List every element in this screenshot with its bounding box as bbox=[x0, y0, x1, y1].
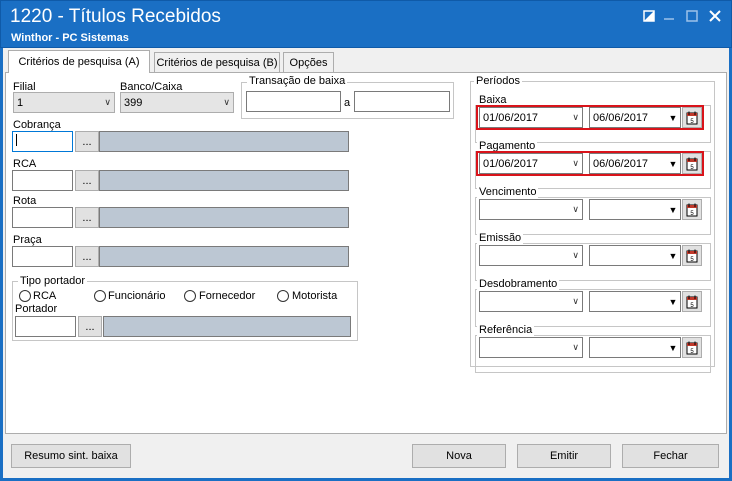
banco-caixa-value: 399 bbox=[124, 96, 143, 109]
rota-description bbox=[99, 207, 349, 228]
rota-search-button[interactable]: ... bbox=[75, 207, 99, 228]
radio-funcionario[interactable] bbox=[94, 290, 106, 302]
cobranca-search-button[interactable]: ... bbox=[75, 131, 99, 152]
praca-description bbox=[99, 246, 349, 267]
cobranca-label: Cobrança bbox=[13, 119, 61, 131]
tab-opcoes[interactable]: Opções bbox=[283, 52, 334, 72]
rota-label: Rota bbox=[13, 195, 37, 207]
portador-label: Portador bbox=[15, 303, 58, 315]
period-5-from-date[interactable]: ∨ bbox=[479, 337, 583, 358]
chevron-down-icon: ∨ bbox=[223, 97, 230, 107]
portador-code-input[interactable] bbox=[15, 316, 76, 337]
period-1-to-date[interactable]: 06/06/2017 ▼ bbox=[589, 153, 681, 174]
calendar-icon[interactable]: 5 bbox=[682, 153, 702, 174]
emitir-button[interactable]: Emitir bbox=[517, 444, 611, 468]
period-5-to-date[interactable]: ▼ bbox=[589, 337, 681, 358]
radio-rca[interactable] bbox=[19, 290, 31, 302]
radio-rca-label: RCA bbox=[33, 290, 57, 302]
radio-motorista[interactable] bbox=[277, 290, 289, 302]
radio-motorista-label: Motorista bbox=[292, 290, 338, 302]
period-2-label: Vencimento bbox=[477, 186, 539, 198]
radio-fornecedor-label: Fornecedor bbox=[199, 290, 256, 302]
rca-label: RCA bbox=[13, 158, 37, 170]
period-0-from-value: 01/06/2017 bbox=[483, 111, 539, 124]
chevron-down-icon: ∨ bbox=[572, 204, 579, 214]
text-cursor bbox=[16, 134, 17, 146]
period-3-to-date[interactable]: ▼ bbox=[589, 245, 681, 266]
calendar-icon[interactable]: 5 bbox=[682, 337, 702, 358]
window-subtitle: Winthor - PC Sistemas bbox=[11, 32, 129, 44]
radio-fornecedor[interactable] bbox=[184, 290, 196, 302]
transacao-separator: a bbox=[344, 97, 351, 109]
period-0-from-date[interactable]: 01/06/2017 ∨ bbox=[479, 107, 583, 128]
period-2-to-date[interactable]: ▼ bbox=[589, 199, 681, 220]
period-4-to-date[interactable]: ▼ bbox=[589, 291, 681, 312]
dropdown-arrow-icon: ▼ bbox=[668, 158, 678, 169]
radio-funcionario-label: Funcionário bbox=[108, 290, 166, 302]
calendar-icon[interactable]: 5 bbox=[682, 245, 702, 266]
period-0-to-date[interactable]: 06/06/2017 ▼ bbox=[589, 107, 681, 128]
dropdown-arrow-icon: ▼ bbox=[668, 204, 678, 215]
transacao-to-input[interactable] bbox=[354, 91, 450, 112]
periodos-label: Períodos bbox=[474, 75, 523, 87]
period-0-to-value: 06/06/2017 bbox=[593, 111, 649, 124]
rca-description bbox=[99, 170, 349, 191]
dropdown-arrow-icon: ▼ bbox=[668, 296, 678, 307]
dropdown-arrow-icon: ▼ bbox=[668, 250, 678, 261]
praca-code-input[interactable] bbox=[12, 246, 73, 267]
period-4-label: Desdobramento bbox=[477, 278, 560, 290]
fechar-button[interactable]: Fechar bbox=[622, 444, 719, 468]
period-2-from-date[interactable]: ∨ bbox=[479, 199, 583, 220]
calendar-icon[interactable]: 5 bbox=[682, 291, 702, 312]
chevron-down-icon: ∨ bbox=[572, 250, 579, 260]
restore-icon[interactable] bbox=[640, 8, 658, 24]
resumo-sint-baixa-button[interactable]: Resumo sint. baixa bbox=[11, 444, 131, 468]
rota-code-input[interactable] bbox=[12, 207, 73, 228]
period-3-from-date[interactable]: ∨ bbox=[479, 245, 583, 266]
rca-search-button[interactable]: ... bbox=[75, 170, 99, 191]
cobranca-code-input[interactable] bbox=[12, 131, 73, 152]
dropdown-arrow-icon: ▼ bbox=[668, 112, 678, 123]
minimize-icon[interactable] bbox=[660, 8, 678, 24]
close-icon[interactable] bbox=[706, 8, 724, 24]
chevron-down-icon: ∨ bbox=[572, 158, 579, 168]
filial-value: 1 bbox=[17, 96, 24, 109]
praca-search-button[interactable]: ... bbox=[75, 246, 99, 267]
rca-code-input[interactable] bbox=[12, 170, 73, 191]
cobranca-description bbox=[99, 131, 349, 152]
praca-label: Praça bbox=[13, 234, 42, 246]
period-3-label: Emissão bbox=[477, 232, 524, 244]
nova-button[interactable]: Nova bbox=[412, 444, 506, 468]
transacao-label: Transação de baixa bbox=[247, 75, 348, 87]
period-1-to-value: 06/06/2017 bbox=[593, 157, 649, 170]
tab-criterios-b[interactable]: Critérios de pesquisa (B) bbox=[154, 52, 280, 72]
chevron-down-icon: ∨ bbox=[572, 342, 579, 352]
chevron-down-icon: ∨ bbox=[104, 97, 111, 107]
transacao-from-input[interactable] bbox=[246, 91, 341, 112]
window-title: 1220 - Títulos Recebidos bbox=[10, 6, 221, 27]
calendar-icon[interactable]: 5 bbox=[682, 199, 702, 220]
period-1-from-value: 01/06/2017 bbox=[483, 157, 539, 170]
calendar-icon[interactable]: 5 bbox=[682, 107, 702, 128]
period-4-from-date[interactable]: ∨ bbox=[479, 291, 583, 312]
period-1-from-date[interactable]: 01/06/2017 ∨ bbox=[479, 153, 583, 174]
dropdown-arrow-icon: ▼ bbox=[668, 342, 678, 353]
chevron-down-icon: ∨ bbox=[572, 296, 579, 306]
tipo-portador-label: Tipo portador bbox=[18, 275, 88, 287]
maximize-icon[interactable] bbox=[683, 8, 701, 24]
banco-caixa-select[interactable]: 399 ∨ bbox=[120, 92, 234, 113]
chevron-down-icon: ∨ bbox=[572, 112, 579, 122]
filial-select[interactable]: 1 ∨ bbox=[13, 92, 115, 113]
tab-criterios-a[interactable]: Critérios de pesquisa (A) bbox=[8, 50, 150, 73]
period-5-label: Referência bbox=[477, 324, 535, 336]
portador-search-button[interactable]: ... bbox=[78, 316, 102, 337]
portador-description bbox=[103, 316, 351, 337]
